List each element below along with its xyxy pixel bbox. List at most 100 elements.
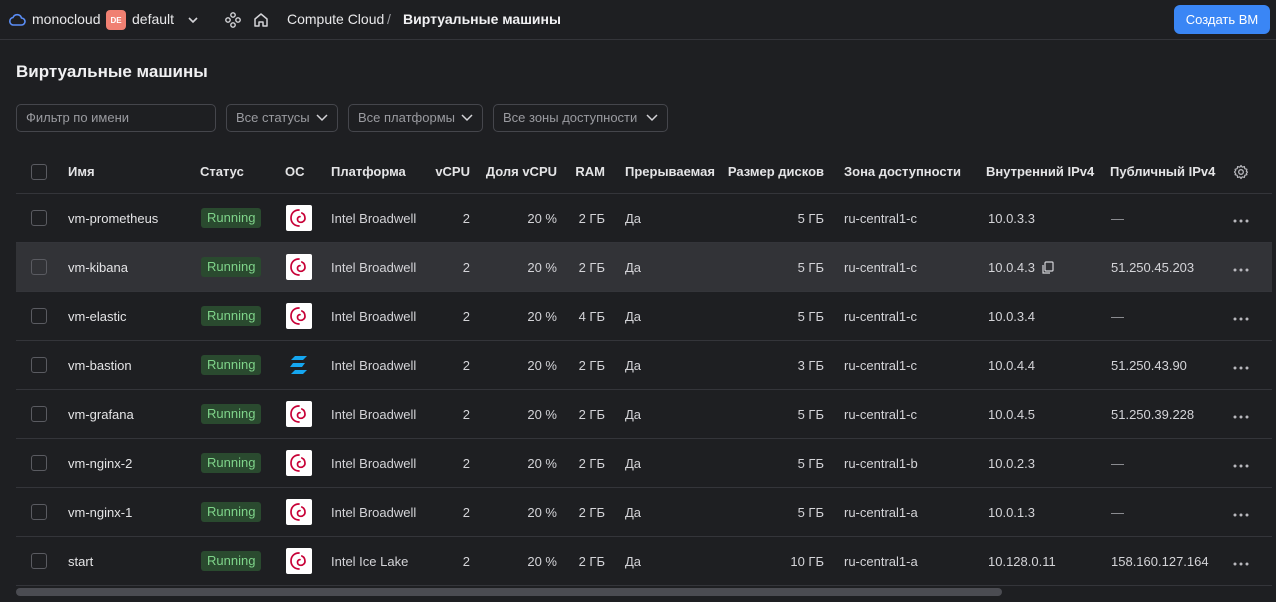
folder-name[interactable]: default — [132, 11, 174, 27]
zone-cell: ru-central1-a — [844, 504, 918, 520]
platform-cell: Intel Ice Lake — [331, 553, 409, 569]
column-header-os[interactable]: ОС — [285, 150, 305, 193]
more-actions-icon[interactable] — [1233, 456, 1249, 471]
row-checkbox[interactable] — [31, 210, 47, 226]
table-row[interactable]: vm-bastion Running Intel Broadwell 2 20 % 2 Г… — [16, 341, 1272, 390]
row-checkbox[interactable] — [31, 406, 47, 422]
column-settings-cell — [1233, 150, 1249, 193]
more-actions-icon[interactable] — [1233, 211, 1249, 226]
table-row[interactable]: vm-prometheus Running Intel Broadwell 2 20 %… — [16, 194, 1272, 243]
column-header-disk[interactable]: Размер дисков — [724, 150, 824, 193]
table-row[interactable]: vm-kibana Running Intel Broadwell 2 20 % 2 ГБ… — [16, 243, 1272, 292]
zone-filter-dropdown[interactable]: Все зоны доступности — [493, 104, 668, 132]
vm-name[interactable]: vm-prometheus — [68, 194, 158, 242]
column-header-name[interactable]: Имя — [68, 150, 95, 193]
status-filter-dropdown[interactable]: Все статусы — [226, 104, 338, 132]
table-row[interactable]: start Running Intel Ice Lake 2 20 % 2 ГБ Да 10 … — [16, 537, 1272, 586]
column-header-fraction[interactable]: Доля vCPU — [486, 150, 557, 193]
column-header-preemptible[interactable]: Прерываемая — [625, 150, 715, 193]
services-icon[interactable] — [224, 11, 242, 29]
column-header-zone[interactable]: Зона доступности — [844, 150, 961, 193]
public-ip-cell: 51.250.45.203 — [1111, 259, 1195, 275]
preemptible-cell: Да — [625, 553, 642, 569]
row-checkbox[interactable] — [31, 259, 47, 275]
internal-ip[interactable]: 10.0.4.3 — [988, 260, 1035, 275]
row-checkbox[interactable] — [31, 308, 47, 324]
disk-cell: 5 ГБ — [797, 455, 824, 471]
column-header-internal-ip[interactable]: Внутренний IPv4 — [986, 150, 1094, 193]
select-all-checkbox[interactable] — [31, 163, 47, 180]
copy-icon[interactable] — [1041, 260, 1054, 274]
breadcrumb-service[interactable]: Compute Cloud — [287, 11, 384, 27]
row-checkbox[interactable] — [31, 357, 47, 373]
status-badge: Running — [201, 502, 262, 522]
os-cell — [286, 488, 312, 536]
debian-os-icon — [286, 205, 312, 231]
status-cell: Running — [201, 537, 262, 585]
column-header-vcpu[interactable]: vCPU — [430, 150, 470, 193]
internal-ip-cell: 10.0.1.3 — [988, 488, 1035, 536]
table-row[interactable]: vm-grafana Running Intel Broadwell 2 20 % 2 Г… — [16, 390, 1272, 439]
table-row[interactable]: vm-elastic Running Intel Broadwell 2 20 % 4 Г… — [16, 292, 1272, 341]
platform-cell: Intel Broadwell — [331, 455, 417, 471]
internal-ip[interactable]: 10.0.4.4 — [988, 358, 1035, 373]
ram-cell: 2 ГБ — [578, 259, 605, 275]
public-ip-cell: — — [1111, 504, 1124, 520]
fraction-cell: 20 % — [527, 504, 557, 520]
internal-ip[interactable]: 10.0.1.3 — [988, 505, 1035, 520]
internal-ip[interactable]: 10.0.3.4 — [988, 309, 1035, 324]
internal-ip[interactable]: 10.0.2.3 — [988, 456, 1035, 471]
status-badge: Running — [201, 355, 262, 375]
ram-cell: 4 ГБ — [578, 308, 605, 324]
more-actions-icon[interactable] — [1233, 505, 1249, 520]
zone-cell: ru-central1-c — [844, 357, 917, 373]
row-checkbox[interactable] — [31, 455, 47, 471]
row-checkbox[interactable] — [31, 504, 47, 520]
internal-ip[interactable]: 10.0.4.5 — [988, 407, 1035, 422]
zone-cell: ru-central1-a — [844, 553, 918, 569]
vm-name[interactable]: vm-elastic — [68, 292, 127, 340]
more-actions-icon[interactable] — [1233, 309, 1249, 324]
row-actions-cell — [1233, 292, 1249, 340]
internal-ip[interactable]: 10.128.0.11 — [988, 554, 1056, 569]
column-header-platform[interactable]: Платформа — [331, 150, 406, 193]
row-actions-cell — [1233, 341, 1249, 389]
column-header-status[interactable]: Статус — [200, 150, 244, 193]
preemptible-cell: Да — [625, 455, 642, 471]
internal-ip[interactable]: 10.0.3.3 — [988, 211, 1035, 226]
horizontal-scrollbar-thumb[interactable] — [16, 588, 1002, 596]
public-ip-cell: — — [1111, 455, 1124, 471]
more-actions-icon[interactable] — [1233, 554, 1249, 569]
table-row[interactable]: vm-nginx-2 Running Intel Broadwell 2 20 % 2 Г… — [16, 439, 1272, 488]
status-badge: Running — [201, 257, 262, 277]
create-vm-button[interactable]: Создать ВМ — [1174, 5, 1270, 34]
vm-name[interactable]: vm-nginx-2 — [68, 439, 132, 487]
vm-name[interactable]: vm-bastion — [68, 341, 132, 389]
more-actions-icon[interactable] — [1233, 407, 1249, 422]
vm-name[interactable]: vm-nginx-1 — [68, 488, 132, 536]
row-checkbox[interactable] — [31, 553, 47, 569]
platform-cell: Intel Broadwell — [331, 210, 417, 226]
more-actions-icon[interactable] — [1233, 358, 1249, 373]
row-checkbox-cell — [31, 390, 47, 438]
table-row[interactable]: vm-nginx-1 Running Intel Broadwell 2 20 % 2 Г… — [16, 488, 1272, 537]
column-header-ram[interactable]: RAM — [568, 150, 605, 193]
more-actions-icon[interactable] — [1233, 260, 1249, 275]
home-icon[interactable] — [252, 11, 270, 29]
vm-name[interactable]: start — [68, 537, 93, 585]
vm-name[interactable]: vm-grafana — [68, 390, 134, 438]
platform-cell: Intel Broadwell — [331, 357, 417, 373]
gear-icon[interactable] — [1233, 164, 1249, 180]
chevron-down-icon[interactable] — [186, 13, 200, 27]
preemptible-cell: Да — [625, 406, 642, 422]
platform-filter-dropdown[interactable]: Все платформы — [348, 104, 483, 132]
disk-cell: 5 ГБ — [797, 259, 824, 275]
public-ip-cell: 51.250.39.228 — [1111, 406, 1195, 422]
disk-cell: 5 ГБ — [797, 406, 824, 422]
name-filter-input[interactable]: Фильтр по имени — [16, 104, 216, 132]
org-name[interactable]: monocloud — [32, 11, 101, 27]
row-checkbox-cell — [31, 243, 47, 291]
debian-os-icon — [286, 401, 312, 427]
vm-name[interactable]: vm-kibana — [68, 243, 128, 291]
column-header-public-ip[interactable]: Публичный IPv4 — [1110, 150, 1215, 193]
